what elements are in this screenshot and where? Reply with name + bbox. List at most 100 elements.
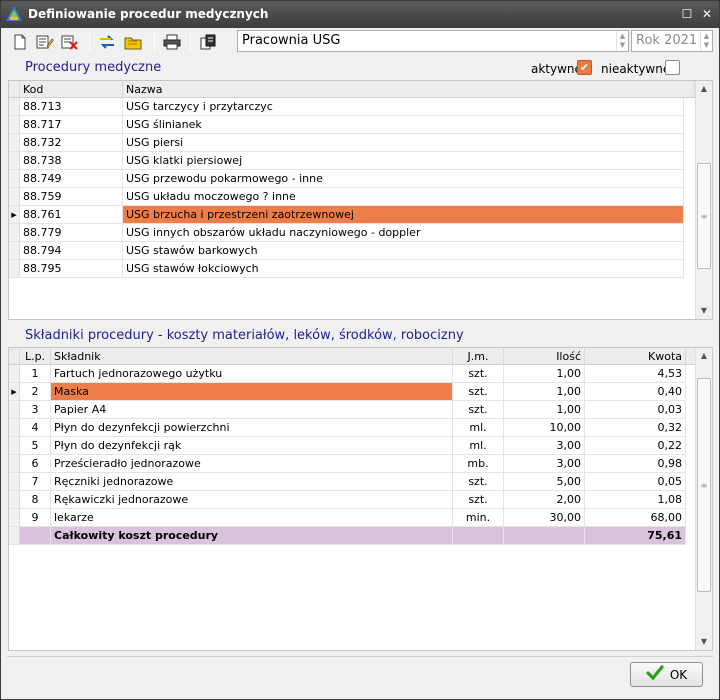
component-quantity: 1,00 [504,401,585,419]
scroll-up-icon[interactable]: ▲ [696,81,712,97]
table-row[interactable]: 6 Prześcieradło jednorazowe mb. 3,00 0,98 [9,455,695,473]
component-unit: szt. [453,473,504,491]
component-quantity: 10,00 [504,419,585,437]
component-unit: szt. [453,383,504,401]
component-name: lekarze [51,509,453,527]
procedures-scrollbar[interactable]: ▲ ≡ ▼ [695,81,712,319]
table-row[interactable]: 7 Ręczniki jednorazowe szt. 5,00 0,05 [9,473,695,491]
column-header-amount[interactable]: Kwota [585,348,686,365]
table-row[interactable]: 88.795 USG stawów łokciowych [9,260,695,278]
department-select[interactable]: Pracownia USG ▲ ▼ [237,30,629,52]
procedure-code: 88.779 [20,224,123,242]
column-header-name[interactable]: Nazwa [123,81,695,98]
procedure-name: USG klatki piersiowej [123,152,684,170]
edit-icon[interactable] [34,31,56,53]
scroll-down-icon[interactable]: ▼ [696,634,712,650]
app-logo-icon [5,5,23,23]
folder-icon[interactable] [122,31,144,53]
table-row[interactable]: 88.713 USG tarczycy i przytarczyc [9,98,695,116]
column-header-lp[interactable]: L.p. [20,348,51,365]
table-row[interactable]: 88.759 USG układu moczowego ? inne [9,188,695,206]
table-row[interactable]: 8 Rękawiczki jednorazowe szt. 2,00 1,08 [9,491,695,509]
table-row[interactable]: 9 lekarze min. 30,00 68,00 [9,509,695,527]
table-row[interactable]: 88.794 USG stawów barkowych [9,242,695,260]
spinner-icon[interactable]: ▲ ▼ [616,31,628,51]
copy-icon[interactable] [198,31,220,53]
component-quantity: 2,00 [504,491,585,509]
component-unit: min. [453,509,504,527]
table-row[interactable]: 88.749 USG przewodu pokarmowego - inne [9,170,695,188]
close-icon[interactable]: ✕ [699,6,715,22]
table-row[interactable]: 4 Płyn do dezynfekcji powierzchni ml. 10,00… [9,419,695,437]
procedure-code: 88.713 [20,98,123,116]
scroll-down-icon[interactable]: ▼ [696,303,712,319]
table-row[interactable]: ▶ 2 Maska szt. 1,00 0,40 [9,383,695,401]
component-unit: szt. [453,491,504,509]
print-icon[interactable] [161,31,183,53]
new-document-icon[interactable] [9,31,31,53]
procedure-name: USG innych obszarów układu naczyniowego … [123,224,684,242]
component-lp: 6 [20,455,51,473]
row-pointer-icon: ▶ [9,206,20,224]
column-header-unit[interactable]: J.m. [453,348,504,365]
swap-icon[interactable] [96,31,118,53]
component-name: Maska [51,383,453,401]
component-lp: 1 [20,365,51,383]
column-header-code[interactable]: Kod [20,81,123,98]
row-indicator [9,509,20,527]
inactive-filter-checkbox[interactable] [665,60,680,75]
total-amount: 75,61 [585,527,686,545]
year-spinner-icon[interactable]: ▲ ▼ [700,31,712,51]
component-lp: 9 [20,509,51,527]
active-filter-label: aktywne [531,62,582,76]
procedure-name: USG przewodu pokarmowego - inne [123,170,684,188]
table-row[interactable]: 1 Fartuch jednorazowego użytku szt. 1,00 4,5… [9,365,695,383]
component-name: Ręczniki jednorazowe [51,473,453,491]
table-row[interactable]: 88.779 USG innych obszarów układu naczyni… [9,224,695,242]
ok-button[interactable]: OK [630,662,703,687]
procedure-code: 88.749 [20,170,123,188]
components-scrollbar[interactable]: ▲ ≡ ▼ [695,348,712,650]
component-quantity: 3,00 [504,455,585,473]
year-select-value: Rok 2021 [636,33,698,48]
procedure-code: 88.759 [20,188,123,206]
component-amount: 0,98 [585,455,686,473]
active-filter-checkbox[interactable]: ✔ [577,60,592,75]
table-row[interactable]: 5 Płyn do dezynfekcji rąk ml. 3,00 0,22 [9,437,695,455]
table-row[interactable]: 88.732 USG piersi [9,134,695,152]
table-row[interactable]: 3 Papier A4 szt. 1,00 0,03 [9,401,695,419]
row-indicator [9,170,20,188]
delete-icon[interactable] [59,31,81,53]
component-lp: 4 [20,419,51,437]
component-unit: szt. [453,365,504,383]
column-header-component[interactable]: Składnik [51,348,453,365]
table-row[interactable]: 88.717 USG ślinianek [9,116,695,134]
component-quantity: 3,00 [504,437,585,455]
component-name: Płyn do dezynfekcji rąk [51,437,453,455]
row-indicator [9,419,20,437]
component-unit: ml. [453,419,504,437]
total-quantity-cell [504,527,585,545]
scroll-thumb[interactable]: ≡ [697,163,711,269]
procedure-name: USG stawów barkowych [123,242,684,260]
scroll-thumb[interactable]: ≡ [697,378,711,592]
component-lp: 5 [20,437,51,455]
year-select[interactable]: Rok 2021 ▲ ▼ [631,30,713,52]
table-row[interactable]: ▶ 88.761 USG brzucha i przestrzeni zaotrze… [9,206,695,224]
component-quantity: 1,00 [504,365,585,383]
component-amount: 0,05 [585,473,686,491]
row-indicator [9,116,20,134]
component-lp: 2 [20,383,51,401]
scroll-up-icon[interactable]: ▲ [696,348,712,364]
row-indicator [9,473,20,491]
maximize-icon[interactable]: ☐ [679,6,695,22]
component-lp: 8 [20,491,51,509]
row-indicator [9,401,20,419]
column-header-quantity[interactable]: Ilość [504,348,585,365]
table-row[interactable]: 88.738 USG klatki piersiowej [9,152,695,170]
row-indicator [9,98,20,116]
main-window: Definiowanie procedur medycznych ☐ ✕ Pra [0,0,720,700]
row-indicator [9,134,20,152]
component-name: Papier A4 [51,401,453,419]
components-table-header: L.p. Składnik J.m. Ilość Kwota [9,348,695,365]
